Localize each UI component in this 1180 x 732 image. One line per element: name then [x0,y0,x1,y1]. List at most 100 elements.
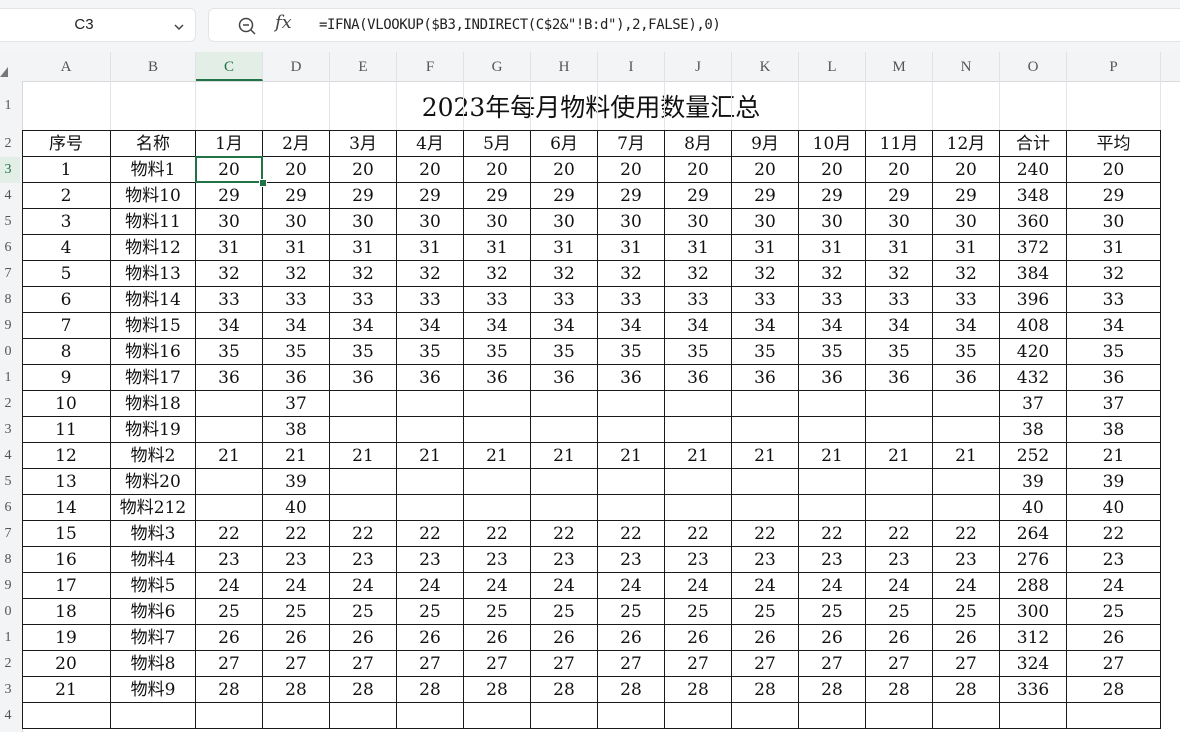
table-cell[interactable]: 18 [22,599,111,625]
table-cell[interactable]: 25 [531,599,598,625]
table-cell[interactable] [196,417,263,443]
name-box[interactable]: C3 [0,8,196,42]
row-header-1[interactable]: 1 [0,81,20,131]
table-cell[interactable]: 23 [866,547,933,573]
table-header-cell[interactable]: 3月 [330,131,397,157]
table-cell[interactable]: 34 [665,313,732,339]
table-cell[interactable]: 29 [732,183,799,209]
table-cell[interactable]: 36 [196,365,263,391]
table-cell[interactable]: 34 [933,313,1000,339]
table-cell[interactable]: 30 [665,209,732,235]
table-header-cell[interactable]: 8月 [665,131,732,157]
table-header-cell[interactable]: 合计 [1000,131,1067,157]
table-cell[interactable]: 物料212 [111,495,196,521]
table-cell[interactable]: 34 [598,313,665,339]
table-cell[interactable]: 35 [933,339,1000,365]
table-cell[interactable] [598,495,665,521]
table-cell[interactable]: 31 [665,235,732,261]
table-cell[interactable] [330,417,397,443]
table-cell[interactable]: 36 [665,365,732,391]
table-cell[interactable]: 22 [464,521,531,547]
table-cell[interactable]: 33 [732,287,799,313]
table-cell[interactable]: 37 [263,391,330,417]
table-cell[interactable]: 25 [933,599,1000,625]
table-cell[interactable]: 27 [397,651,464,677]
table-cell[interactable]: 物料15 [111,313,196,339]
empty-cell[interactable] [397,703,464,729]
table-cell[interactable]: 30 [263,209,330,235]
table-cell[interactable] [598,391,665,417]
row-header-16[interactable]: 6 [0,495,20,521]
table-cell[interactable]: 31 [732,235,799,261]
table-cell[interactable]: 30 [933,209,1000,235]
table-cell[interactable] [196,391,263,417]
name-box-value[interactable]: C3 [0,9,168,41]
table-cell[interactable]: 30 [866,209,933,235]
table-cell[interactable]: 34 [531,313,598,339]
row-header-24[interactable]: 4 [0,703,20,729]
zoom-icon[interactable] [237,16,257,40]
table-cell[interactable]: 17 [22,573,111,599]
table-cell[interactable] [397,469,464,495]
table-cell[interactable]: 27 [598,651,665,677]
table-cell[interactable] [464,495,531,521]
table-cell[interactable]: 28 [263,677,330,703]
table-cell[interactable]: 31 [598,235,665,261]
table-header-cell[interactable]: 序号 [22,131,111,157]
table-cell[interactable]: 物料10 [111,183,196,209]
table-cell[interactable] [397,391,464,417]
table-cell[interactable] [665,469,732,495]
table-cell[interactable]: 40 [1067,495,1161,521]
table-cell[interactable]: 24 [933,573,1000,599]
table-cell[interactable] [330,469,397,495]
table-cell[interactable]: 32 [799,261,866,287]
table-cell[interactable]: 26 [598,625,665,651]
table-cell[interactable]: 26 [1067,625,1161,651]
table-cell[interactable]: 物料9 [111,677,196,703]
table-cell[interactable]: 324 [1000,651,1067,677]
table-cell[interactable]: 物料19 [111,417,196,443]
formula-input-area[interactable]: fx =IFNA(VLOOKUP($B3,INDIRECT(C$2&"!B:d"… [208,8,1180,42]
table-cell[interactable]: 36 [263,365,330,391]
table-cell[interactable]: 22 [397,521,464,547]
table-cell[interactable]: 27 [665,651,732,677]
table-cell[interactable]: 36 [933,365,1000,391]
table-cell[interactable]: 30 [397,209,464,235]
table-cell[interactable]: 21 [598,443,665,469]
table-cell[interactable]: 27 [799,651,866,677]
table-cell[interactable] [933,495,1000,521]
table-cell[interactable]: 21 [665,443,732,469]
table-cell[interactable]: 20 [22,651,111,677]
table-cell[interactable]: 33 [665,287,732,313]
table-cell[interactable]: 20 [531,157,598,183]
table-cell[interactable]: 1 [22,157,111,183]
table-cell[interactable]: 4 [22,235,111,261]
table-cell[interactable]: 21 [933,443,1000,469]
row-header-17[interactable]: 7 [0,521,20,547]
row-header-9[interactable]: 9 [0,313,20,339]
table-cell[interactable]: 26 [933,625,1000,651]
empty-cell[interactable] [22,703,111,729]
table-cell[interactable]: 13 [22,469,111,495]
table-cell[interactable]: 35 [732,339,799,365]
formula-text[interactable]: =IFNA(VLOOKUP($B3,INDIRECT(C$2&"!B:d"),2… [319,9,721,41]
table-cell[interactable]: 物料8 [111,651,196,677]
table-cell[interactable]: 28 [1067,677,1161,703]
table-cell[interactable]: 34 [397,313,464,339]
table-cell[interactable]: 28 [598,677,665,703]
select-all-corner-icon[interactable] [0,62,8,81]
row-header-8[interactable]: 8 [0,287,20,313]
empty-cell[interactable] [196,703,263,729]
table-cell[interactable]: 24 [464,573,531,599]
table-cell[interactable]: 30 [330,209,397,235]
empty-cell[interactable] [598,703,665,729]
table-cell[interactable] [799,391,866,417]
table-header-cell[interactable]: 4月 [397,131,464,157]
table-cell[interactable]: 38 [263,417,330,443]
column-header-j[interactable]: J [665,52,732,81]
empty-cell[interactable] [111,703,196,729]
table-cell[interactable] [464,391,531,417]
table-header-cell[interactable]: 平均 [1067,131,1161,157]
table-cell[interactable]: 29 [665,183,732,209]
table-cell[interactable]: 28 [665,677,732,703]
